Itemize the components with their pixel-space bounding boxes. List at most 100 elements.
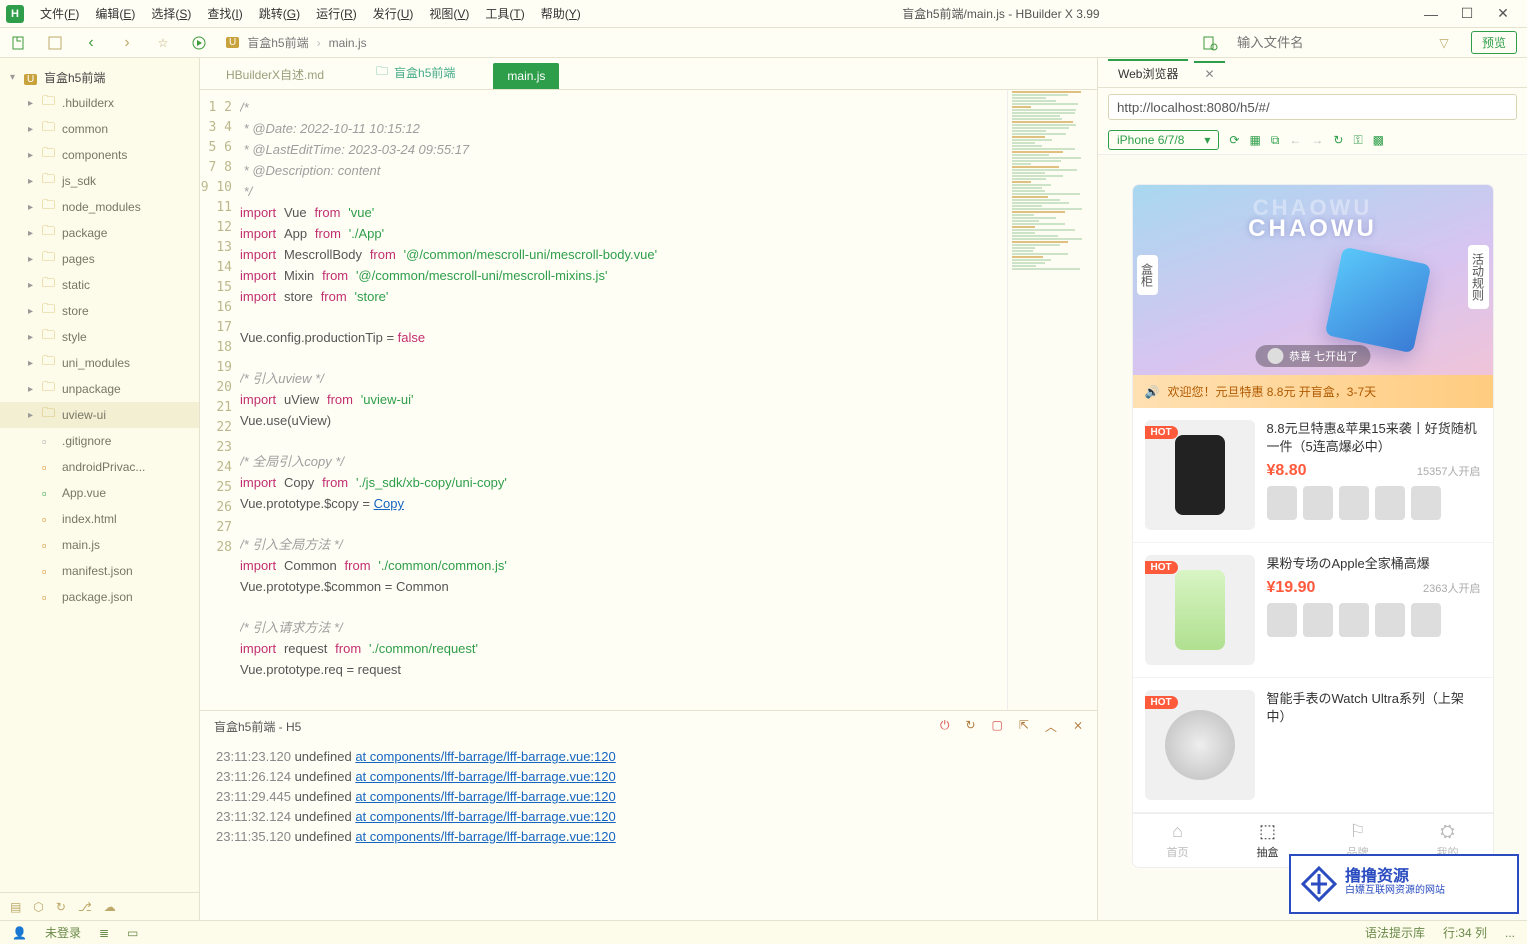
reload-icon[interactable]: ↻: [1333, 133, 1343, 147]
menu-item[interactable]: 编辑(E): [87, 7, 143, 21]
minimize-button[interactable]: —: [1413, 6, 1449, 22]
app-screen[interactable]: CHAOWU CHAOWU 盒柜 活动规则 恭喜 七开出了 🔊 欢迎您！元旦特惠…: [1133, 185, 1493, 867]
tree-folder[interactable]: ▸🗀node_modules: [0, 194, 199, 220]
tree-file[interactable]: ▫package.json: [0, 584, 199, 610]
variant-thumb[interactable]: [1411, 603, 1441, 637]
menu-item[interactable]: 帮助(Y): [533, 7, 589, 21]
variant-thumb[interactable]: [1375, 486, 1405, 520]
tree-folder[interactable]: ▸🗀.hbuilderx: [0, 90, 199, 116]
list-icon[interactable]: ≣: [99, 926, 109, 940]
tree-folder[interactable]: ▸🗀package: [0, 220, 199, 246]
editor-tab[interactable]: 🗀 盲盒h5前端: [362, 56, 469, 89]
product-card[interactable]: HOT 果粉专场のApple全家桶高爆¥19.902363人开启: [1133, 543, 1493, 678]
hero-rules-button[interactable]: 活动规则: [1468, 245, 1489, 309]
preview-button[interactable]: 预览: [1471, 31, 1517, 54]
tree-file[interactable]: ▫index.html: [0, 506, 199, 532]
tree-folder[interactable]: ▸🗀store: [0, 298, 199, 324]
file-search-icon[interactable]: [1201, 34, 1219, 52]
editor-tab[interactable]: HBuilderX自述.md: [212, 60, 338, 89]
tree-file[interactable]: ▫manifest.json: [0, 558, 199, 584]
filter-icon[interactable]: ▽: [1435, 34, 1453, 52]
qr-icon[interactable]: ▩: [1373, 133, 1384, 147]
console-link[interactable]: at components/lff-barrage/lff-barrage.vu…: [355, 769, 615, 784]
variant-thumb[interactable]: [1339, 486, 1369, 520]
console-link[interactable]: at components/lff-barrage/lff-barrage.vu…: [355, 789, 615, 804]
tree-folder[interactable]: ▸🗀unpackage: [0, 376, 199, 402]
product-card[interactable]: HOT 8.8元旦特惠&苹果15来袭丨好货随机一件（5连高爆必中）¥8.8015…: [1133, 408, 1493, 543]
maximize-button[interactable]: ☐: [1449, 5, 1485, 22]
tree-file[interactable]: ▫androidPrivac...: [0, 454, 199, 480]
panel-icon[interactable]: ▭: [127, 926, 138, 940]
variant-thumb[interactable]: [1303, 603, 1333, 637]
variant-thumb[interactable]: [1267, 603, 1297, 637]
syntax-hint-button[interactable]: 语法提示库: [1365, 924, 1425, 941]
user-icon[interactable]: 👤: [12, 926, 27, 940]
console-link[interactable]: at components/lff-barrage/lff-barrage.vu…: [355, 829, 615, 844]
console-output[interactable]: 23:11:23.120 undefined at components/lff…: [200, 741, 1097, 920]
prev-fwd-icon[interactable]: →: [1311, 133, 1323, 147]
branch-icon[interactable]: ⎇: [78, 900, 92, 914]
tree-file[interactable]: ▫.gitignore: [0, 428, 199, 454]
nav-fwd-icon[interactable]: ›: [118, 34, 136, 52]
hero-drawer-button[interactable]: 盒柜: [1137, 255, 1158, 295]
terminal-icon[interactable]: ▤: [10, 900, 21, 914]
variant-thumb[interactable]: [1339, 603, 1369, 637]
lock-icon[interactable]: ⚿: [1353, 133, 1362, 148]
code-area[interactable]: /* * @Date: 2022-10-11 10:15:12 * @LastE…: [240, 90, 1007, 710]
rotate-icon[interactable]: ⟳: [1229, 133, 1239, 147]
tree-root[interactable]: ▾U盲盒h5前端: [0, 64, 199, 90]
menu-item[interactable]: 工具(T): [477, 7, 532, 21]
code-editor[interactable]: 1 2 3 4 5 6 7 8 9 10 11 12 13 14 15 16 1…: [200, 90, 1097, 710]
console-link[interactable]: at components/lff-barrage/lff-barrage.vu…: [355, 809, 615, 824]
tree-folder[interactable]: ▸🗀uni_modules: [0, 350, 199, 376]
cloud-icon[interactable]: ☁: [104, 900, 116, 914]
console-link[interactable]: at components/lff-barrage/lff-barrage.vu…: [355, 749, 615, 764]
console-collapse-icon[interactable]: ︿: [1045, 718, 1057, 735]
menu-item[interactable]: 跳转(G): [251, 7, 308, 21]
crumb-project[interactable]: 盲盒h5前端: [247, 34, 308, 51]
tree-file[interactable]: ▫main.js: [0, 532, 199, 558]
console-stop-icon[interactable]: ⏻: [940, 718, 950, 735]
bug-icon[interactable]: ⬡: [33, 900, 43, 914]
product-card[interactable]: HOT 智能手表のWatch Ultra系列（上架中）: [1133, 678, 1493, 813]
tree-folder[interactable]: ▸🗀pages: [0, 246, 199, 272]
star-icon[interactable]: ☆: [154, 34, 172, 52]
preview-tab[interactable]: Web浏览器: [1108, 59, 1188, 86]
tree-folder[interactable]: ▸🗀common: [0, 116, 199, 142]
tree-file[interactable]: ▫App.vue: [0, 480, 199, 506]
file-search-input[interactable]: [1237, 35, 1417, 50]
variant-thumb[interactable]: [1303, 486, 1333, 520]
minimap[interactable]: [1007, 90, 1097, 710]
menu-item[interactable]: 视图(V): [421, 7, 477, 21]
variant-thumb[interactable]: [1267, 486, 1297, 520]
menu-item[interactable]: 选择(S): [143, 7, 199, 21]
save-icon[interactable]: [46, 34, 64, 52]
screenshot-icon[interactable]: ▦: [1249, 133, 1260, 147]
preview-tab-close-icon[interactable]: ✕: [1194, 61, 1224, 85]
menu-item[interactable]: 发行(U): [365, 7, 422, 21]
status-more[interactable]: ...: [1505, 926, 1515, 940]
variant-thumb[interactable]: [1375, 603, 1405, 637]
console-export-icon[interactable]: ⇱: [1019, 718, 1029, 735]
tree-folder[interactable]: ▸🗀components: [0, 142, 199, 168]
menu-item[interactable]: 文件(F): [32, 7, 87, 21]
inspect-icon[interactable]: ⧉: [1271, 133, 1280, 148]
tree-folder[interactable]: ▸🗀style: [0, 324, 199, 350]
crumb-file[interactable]: main.js: [329, 36, 367, 50]
run-icon[interactable]: [190, 34, 208, 52]
nav-back-icon[interactable]: ‹: [82, 34, 100, 52]
tree-folder[interactable]: ▸🗀js_sdk: [0, 168, 199, 194]
close-button[interactable]: ✕: [1485, 5, 1521, 22]
login-status[interactable]: 未登录: [45, 924, 81, 941]
prev-back-icon[interactable]: ←: [1289, 133, 1301, 147]
nav-item[interactable]: ⌂首页: [1133, 814, 1223, 867]
tree-folder[interactable]: ▸🗀static: [0, 272, 199, 298]
preview-url-input[interactable]: [1108, 94, 1517, 120]
menu-item[interactable]: 查找(I): [199, 7, 250, 21]
console-close-icon[interactable]: ⨯: [1073, 718, 1083, 735]
variant-thumb[interactable]: [1411, 486, 1441, 520]
new-file-icon[interactable]: [10, 34, 28, 52]
menu-item[interactable]: 运行(R): [308, 7, 365, 21]
sync-icon[interactable]: ↻: [56, 900, 66, 914]
device-select[interactable]: iPhone 6/7/8 ▾: [1108, 130, 1219, 150]
